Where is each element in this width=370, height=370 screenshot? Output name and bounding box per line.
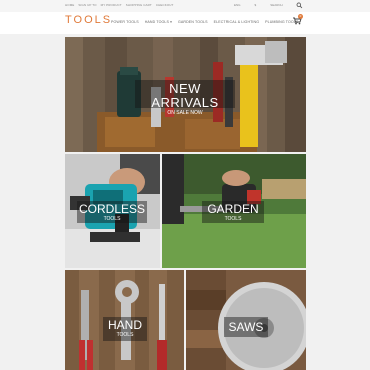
banner-cordless-tools[interactable]: CORDLESS TOOLS [65,154,160,268]
top-bar-settings: Eng $ Search [234,3,283,7]
search-label[interactable]: Search [270,3,283,7]
banner-title: HAND [107,318,142,332]
banner-title: SAWS [228,320,264,334]
top-link-shopping-cart[interactable]: Shopping cart [126,3,152,7]
site-logo[interactable]: TOOLS [65,14,112,26]
nav-item-electrical-lighting[interactable]: Electrical & Lighting [214,20,260,24]
banner-hand-tools[interactable]: HAND TOOLS [65,270,184,370]
main-nav: Power Tools Hand Tools ▾ Garden Tools El… [111,20,298,24]
nav-item-hand-tools[interactable]: Hand Tools ▾ [145,20,172,24]
banner-saws[interactable]: SAWS [186,270,306,370]
top-link-my-product[interactable]: My product [101,3,122,7]
language-selector[interactable]: Eng [234,3,241,7]
nav-item-garden-tools[interactable]: Garden Tools [178,20,208,24]
cart-count-badge: 0 [298,14,303,19]
top-link-checkout[interactable]: Checkout [156,3,174,7]
banner-title: GARDEN [207,202,259,216]
banner-subtitle: TOOLS [224,216,242,222]
banner-garden-caption: GARDEN TOOLS [202,201,264,223]
top-bar: Home Sign up to My product Shopping cart… [0,0,370,12]
banner-saws-caption: SAWS [224,317,268,337]
top-link-home[interactable]: Home [65,3,74,7]
nav-item-power-tools[interactable]: Power Tools [111,20,139,24]
banner-title: NEW ARRIVALS [151,81,219,110]
top-link-signup[interactable]: Sign up to [78,3,96,7]
search-icon[interactable] [296,2,303,9]
banner-subtitle: TOOLS [103,216,121,222]
banner-subtitle: TOOLS [116,332,134,338]
currency-selector[interactable]: $ [255,3,257,7]
banner-subtitle: ON SALE NOW [167,110,203,116]
top-links: Home Sign up to My product Shopping cart… [65,3,173,7]
banner-new-arrivals[interactable]: NEW ARRIVALS ON SALE NOW [65,37,306,152]
banner-hand-caption: HAND TOOLS [103,317,147,341]
banner-cordless-caption: CORDLESS TOOLS [77,201,147,223]
banner-title: CORDLESS [78,202,146,216]
banner-garden-tools[interactable]: GARDEN TOOLS [162,154,306,268]
banner-new-arrivals-caption: NEW ARRIVALS ON SALE NOW [135,80,235,116]
